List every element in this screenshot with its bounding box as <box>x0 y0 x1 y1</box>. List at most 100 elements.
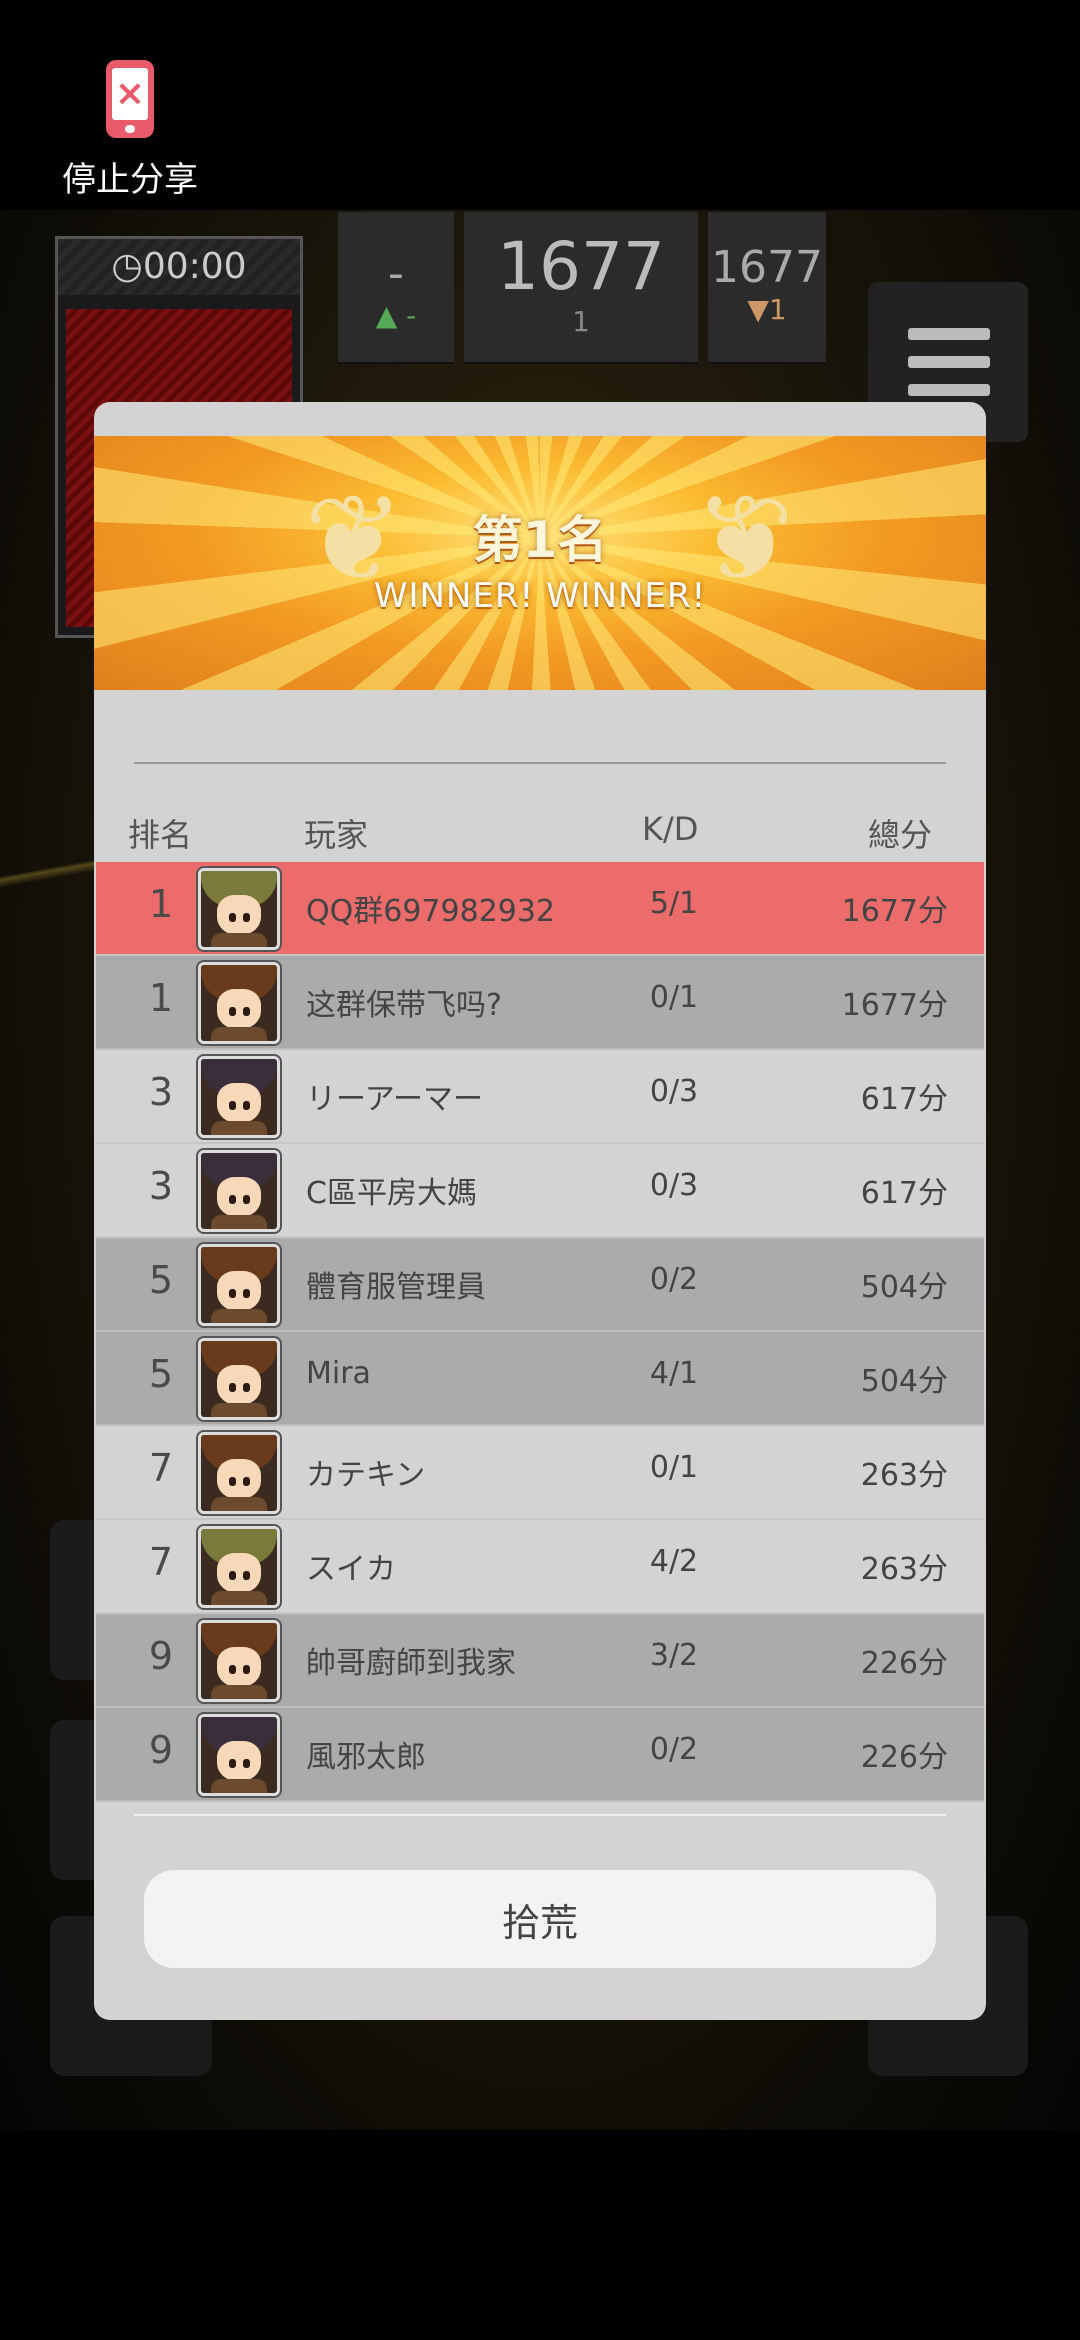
avatar-eye <box>243 1007 250 1016</box>
player-kd: 5/1 <box>649 886 699 921</box>
avatar-eye <box>229 1289 236 1298</box>
header-kd: K/D <box>642 810 699 848</box>
player-name: Mira <box>306 1356 371 1391</box>
avatar-face <box>217 895 261 935</box>
player-score: 504分 <box>860 1364 948 1399</box>
avatar-eye <box>229 1477 236 1486</box>
table-row: 7 カテキン 0/1 263分 <box>96 1426 984 1520</box>
player-score: 226分 <box>860 1740 948 1775</box>
header-player: 玩家 <box>304 816 369 854</box>
table-row: 9 風邪太郎 0/2 226分 <box>96 1708 984 1802</box>
avatar-body <box>211 1497 267 1511</box>
hud-center-score: 1677 1 <box>464 212 698 364</box>
avatar-eye <box>243 913 250 922</box>
player-avatar <box>198 1620 280 1702</box>
player-kd: 4/1 <box>649 1356 699 1391</box>
player-avatar <box>198 1244 280 1326</box>
avatar-eye <box>243 1101 250 1110</box>
player-avatar <box>198 962 280 1044</box>
player-kd: 0/3 <box>649 1074 699 1109</box>
header-rank: 排名 <box>128 816 193 854</box>
winner-subtitle: WINNER! WINNER! <box>373 576 707 616</box>
avatar-eye <box>243 1195 250 1204</box>
avatar-eye <box>229 1665 236 1674</box>
menu-icon <box>908 328 990 340</box>
footer-divider <box>134 1814 946 1816</box>
table-row: 5 體育服管理員 0/2 504分 <box>96 1238 984 1332</box>
avatar-body <box>211 1403 267 1417</box>
table-header: 排名 玩家 K/D 總分 <box>94 802 986 862</box>
avatar-eye <box>243 1665 250 1674</box>
table-row: 3 リーアーマー 0/3 617分 <box>96 1050 984 1144</box>
avatar-eye <box>243 1289 250 1298</box>
table-row: 7 スイカ 4/2 263分 <box>96 1520 984 1614</box>
player-score: 504分 <box>860 1270 948 1305</box>
player-name: 帥哥廚師到我家 <box>306 1646 516 1681</box>
player-name: リーアーマー <box>306 1082 483 1117</box>
player-kd: 0/1 <box>649 1450 699 1485</box>
stop-share-control[interactable]: × 停止分享 <box>40 60 220 201</box>
table-row: 1 这群保带飞吗? 0/1 1677分 <box>96 956 984 1050</box>
player-score: 263分 <box>860 1552 948 1587</box>
avatar-face <box>217 1647 261 1687</box>
player-avatar <box>198 1150 280 1232</box>
scavenge-button[interactable]: 拾荒 <box>144 1870 936 1968</box>
avatar-eye <box>229 913 236 922</box>
avatar-face <box>217 1177 261 1217</box>
hud-right-score: 1677 ▼1 <box>708 212 826 364</box>
player-kd: 3/2 <box>649 1638 699 1673</box>
avatar-face <box>217 1271 261 1311</box>
avatar-body <box>211 1309 267 1323</box>
table-row: 3 C區平房大媽 0/3 617分 <box>96 1144 984 1238</box>
avatar-face <box>217 1365 261 1405</box>
avatar-face <box>217 1741 261 1781</box>
player-name: 體育服管理員 <box>306 1270 486 1305</box>
avatar-eye <box>243 1383 250 1392</box>
avatar-body <box>211 1027 267 1041</box>
winner-banner: ❦ ❦ 第1名 WINNER! WINNER! <box>94 436 986 690</box>
player-kd: 0/1 <box>649 980 699 1015</box>
avatar-eye <box>229 1759 236 1768</box>
avatar-face <box>217 1553 261 1593</box>
avatar-eye <box>243 1759 250 1768</box>
avatar-face <box>217 1083 261 1123</box>
hud-left-stat: - ▲ - <box>338 212 454 364</box>
avatar-body <box>211 1591 267 1605</box>
avatar-eye <box>229 1101 236 1110</box>
avatar-face <box>217 1459 261 1499</box>
avatar-face <box>217 989 261 1029</box>
avatar-eye <box>229 1007 236 1016</box>
rank-title: 第1名 <box>472 511 608 569</box>
player-kd: 0/2 <box>649 1262 699 1297</box>
table-row: 5 Mira 4/1 504分 <box>96 1332 984 1426</box>
player-avatar <box>198 868 280 950</box>
avatar-eye <box>229 1195 236 1204</box>
avatar-body <box>211 1685 267 1699</box>
avatar-eye <box>229 1383 236 1392</box>
table-row: 9 帥哥廚師到我家 3/2 226分 <box>96 1614 984 1708</box>
header-score: 總分 <box>867 816 932 854</box>
player-score: 617分 <box>860 1082 948 1117</box>
player-avatar <box>198 1526 280 1608</box>
player-score: 1677分 <box>841 988 948 1023</box>
results-table: 1 QQ群697982932 5/1 1677分 1 这群保带飞吗? 0/1 1677分 3 リー… <box>96 862 984 1802</box>
player-score: 617分 <box>860 1176 948 1211</box>
avatar-body <box>211 1779 267 1793</box>
player-kd: 4/2 <box>649 1544 699 1579</box>
player-score: 1677分 <box>841 894 948 929</box>
player-name: スイカ <box>306 1552 396 1587</box>
player-avatar <box>198 1338 280 1420</box>
player-name: C區平房大媽 <box>306 1176 477 1211</box>
avatar-eye <box>243 1571 250 1580</box>
avatar-body <box>211 1215 267 1229</box>
player-name: 風邪太郎 <box>306 1740 426 1775</box>
avatar-body <box>211 933 267 947</box>
avatar-eye <box>243 1477 250 1486</box>
player-name: QQ群697982932 <box>306 894 556 929</box>
player-kd: 0/2 <box>649 1732 699 1767</box>
player-avatar <box>198 1432 280 1514</box>
player-avatar <box>198 1056 280 1138</box>
player-avatar <box>198 1714 280 1796</box>
phone-stop-share-icon[interactable]: × <box>106 60 154 138</box>
avatar-body <box>211 1121 267 1135</box>
